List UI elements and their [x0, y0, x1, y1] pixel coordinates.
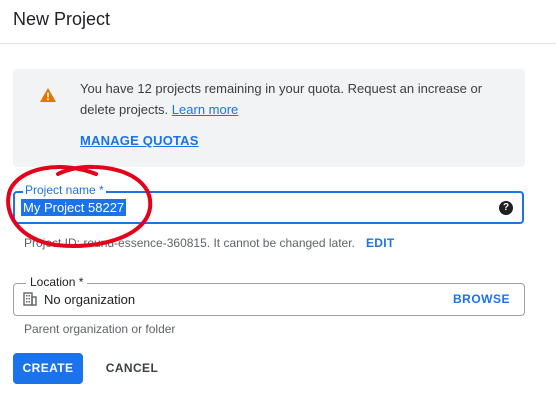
cancel-button[interactable]: CANCEL: [100, 353, 164, 384]
learn-more-link[interactable]: Learn more: [172, 102, 238, 117]
project-name-field[interactable]: Project name * My Project 58227 ?: [13, 183, 524, 224]
browse-button[interactable]: BROWSE: [453, 292, 510, 306]
quota-message: You have 12 projects remaining in your q…: [80, 81, 483, 117]
building-icon: [23, 292, 37, 306]
location-field[interactable]: No organization BROWSE: [13, 283, 525, 316]
dialog-title: New Project: [13, 9, 111, 29]
project-id-text: Project ID: round-essence-360815. It can…: [24, 236, 355, 250]
warning-icon: [40, 88, 56, 102]
edit-project-id-button[interactable]: EDIT: [366, 236, 395, 250]
location-label: Location *: [26, 275, 88, 289]
quota-notice: You have 12 projects remaining in your q…: [13, 69, 525, 167]
help-icon[interactable]: ?: [499, 201, 513, 215]
project-name-input[interactable]: My Project 58227: [21, 199, 127, 216]
quota-message-block: You have 12 projects remaining in your q…: [80, 78, 510, 120]
create-button[interactable]: CREATE: [13, 353, 83, 384]
manage-quotas-link[interactable]: MANAGE QUOTAS: [80, 133, 199, 148]
dialog-header: New Project: [0, 0, 556, 44]
location-helper-text: Parent organization or folder: [24, 322, 176, 336]
project-name-label: Project name *: [23, 183, 106, 197]
location-value: No organization: [44, 292, 136, 307]
